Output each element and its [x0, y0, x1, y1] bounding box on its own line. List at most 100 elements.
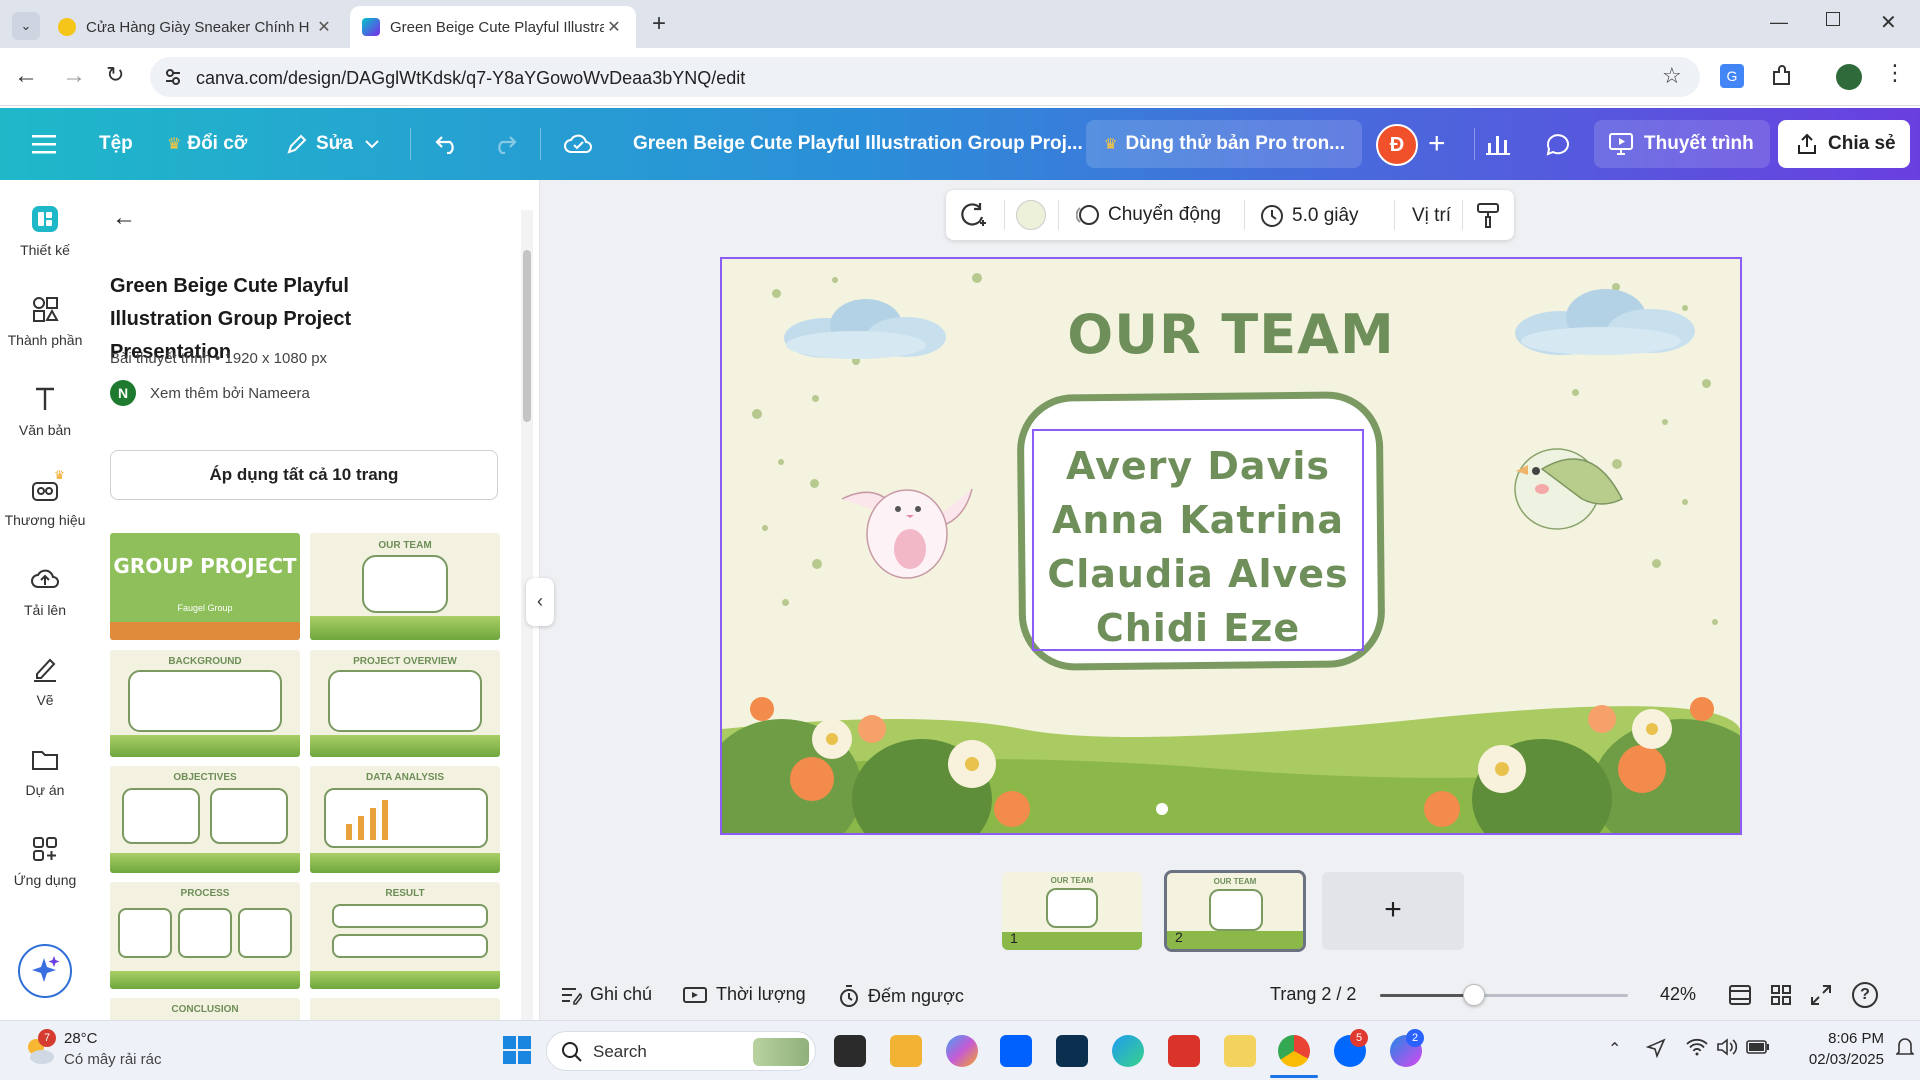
help-icon[interactable]: ? — [1852, 982, 1878, 1008]
rail-item-design[interactable]: Thiết kế — [0, 204, 90, 258]
timer-button[interactable]: Đếm ngược — [838, 984, 964, 1008]
rail-item-elements[interactable]: Thành phần — [0, 294, 90, 348]
grass-border — [1002, 932, 1142, 950]
restore-button[interactable] — [1826, 12, 1840, 26]
grid-view-icon[interactable] — [1770, 984, 1792, 1006]
template-page-8[interactable]: RESULT — [310, 882, 500, 989]
template-page-9[interactable]: CONCLUSION — [110, 998, 300, 1020]
sneaker-shop-favicon — [58, 18, 76, 36]
site-settings-icon[interactable] — [164, 68, 182, 86]
undo-button[interactable] — [434, 108, 460, 180]
panel-back-button[interactable]: ← — [112, 204, 136, 232]
url-bar[interactable]: canva.com/design/DAGglWtKdsk/q7-Y8aYGowo… — [150, 57, 1700, 97]
browser-menu-icon[interactable]: ⋮ — [1884, 60, 1906, 86]
new-tab-button[interactable]: + — [652, 10, 666, 38]
template-page-4[interactable]: PROJECT OVERVIEW — [310, 650, 500, 757]
present-button[interactable]: Thuyết trình — [1594, 120, 1770, 168]
tab-canva-design[interactable]: Green Beige Cute Playful Illustra ✕ — [350, 6, 636, 48]
page-thumbnail-1[interactable]: OUR TEAM 1 — [1002, 872, 1142, 950]
rail-item-draw[interactable]: Vẽ — [0, 654, 90, 708]
taskbar-search[interactable]: Search — [546, 1031, 816, 1071]
add-collaborator-button[interactable]: + — [1428, 108, 1446, 180]
chrome-icon[interactable] — [1278, 1035, 1310, 1067]
main-menu-icon[interactable] — [32, 108, 56, 180]
template-page-6[interactable]: DATA ANALYSIS — [310, 766, 500, 873]
forward-icon[interactable]: → — [62, 62, 86, 90]
add-animation-icon[interactable] — [958, 202, 988, 228]
rail-item-apps[interactable]: Ứng dụng — [0, 834, 90, 888]
close-window-button[interactable]: ✕ — [1880, 10, 1897, 35]
page-thumbnail-2[interactable]: OUR TEAM 2 — [1164, 870, 1306, 952]
template-page-7[interactable]: PROCESS — [110, 882, 300, 989]
animation-button[interactable]: Chuyển động — [1076, 204, 1221, 226]
weather-icon[interactable]: 7 — [22, 1029, 56, 1067]
share-button[interactable]: Chia sẻ — [1778, 120, 1910, 168]
redo-button[interactable] — [492, 108, 518, 180]
wifi-icon[interactable] — [1686, 1038, 1708, 1056]
tab-sneaker-shop[interactable]: Cửa Hàng Giày Sneaker Chính H ✕ — [46, 6, 346, 48]
windows-start-icon[interactable] — [502, 1035, 532, 1065]
extensions-icon[interactable] — [1770, 64, 1792, 88]
template-page-3[interactable]: BACKGROUND — [110, 650, 300, 757]
notification-bell-icon[interactable] — [1896, 1035, 1914, 1059]
wps-office-icon[interactable] — [1168, 1035, 1200, 1067]
copy-style-icon[interactable] — [1476, 202, 1500, 230]
unikey-icon[interactable] — [1056, 1035, 1088, 1067]
edge-icon[interactable] — [1112, 1035, 1144, 1067]
page-view-icon[interactable] — [1728, 984, 1752, 1006]
template-page-5[interactable]: OBJECTIVES — [110, 766, 300, 873]
cloud-saved-icon[interactable] — [564, 108, 594, 180]
design-title[interactable]: Green Beige Cute Playful Illustration Gr… — [633, 108, 1083, 180]
rail-item-upload[interactable]: Tải lên — [0, 564, 90, 618]
template-page-1[interactable]: GROUP PROJECT Faugel Group — [110, 533, 300, 640]
names-textbox[interactable]: Avery Davis Anna Katrina Claudia Alves C… — [1032, 429, 1364, 651]
magic-ai-button[interactable] — [18, 944, 72, 998]
apply-all-pages-button[interactable]: Áp dụng tất cả 10 trang — [110, 450, 498, 500]
location-arrow-icon[interactable] — [1646, 1038, 1666, 1058]
dropbox-icon[interactable] — [1000, 1035, 1032, 1067]
file-menu[interactable]: Tệp — [99, 108, 133, 180]
pro-trial-button[interactable]: ♛ Dùng thử bản Pro tron... — [1086, 120, 1362, 168]
insights-icon[interactable] — [1486, 108, 1510, 180]
author-link[interactable]: Xem thêm bởi Nameera — [150, 385, 310, 402]
zoom-slider-handle[interactable] — [1463, 984, 1486, 1006]
comments-icon[interactable] — [1545, 108, 1571, 180]
fullscreen-icon[interactable] — [1810, 984, 1832, 1006]
template-page-10[interactable] — [310, 998, 500, 1020]
template-page-2[interactable]: OUR TEAM — [310, 533, 500, 640]
rail-item-text[interactable]: Văn bản — [0, 384, 90, 438]
reload-icon[interactable]: ↻ — [106, 62, 124, 88]
volume-icon[interactable] — [1716, 1038, 1738, 1056]
edit-menu[interactable]: Sửa — [286, 108, 379, 180]
task-view-icon[interactable] — [834, 1035, 866, 1067]
id-card-app-icon[interactable] — [1224, 1035, 1256, 1067]
zoom-level[interactable]: 42% — [1660, 984, 1696, 1005]
bookmark-star-icon[interactable]: ☆ — [1662, 63, 1682, 89]
duration-button[interactable]: 5.0 giây — [1260, 204, 1359, 228]
zoom-slider[interactable] — [1380, 984, 1628, 1006]
scrollbar-thumb[interactable] — [523, 250, 531, 422]
profile-avatar[interactable] — [1836, 64, 1862, 90]
duration-toggle[interactable]: Thời lượng — [682, 984, 806, 1005]
rail-item-projects[interactable]: Dự án — [0, 744, 90, 798]
user-avatar[interactable]: Đ — [1376, 124, 1418, 166]
rail-item-brand[interactable]: ♛ Thương hiệu — [0, 468, 90, 528]
slide-canvas[interactable]: OUR TEAM Avery Davis Anna Katrina Claudi… — [720, 257, 1742, 835]
file-explorer-icon[interactable] — [890, 1035, 922, 1067]
tab-search-button[interactable]: ⌄ — [12, 12, 40, 40]
slide-title[interactable]: OUR TEAM — [722, 303, 1740, 366]
add-page-button[interactable]: + — [1322, 872, 1464, 950]
battery-icon[interactable] — [1746, 1040, 1770, 1054]
translate-extension-icon[interactable]: G — [1720, 64, 1744, 88]
position-button[interactable]: Vị trí — [1412, 205, 1451, 227]
resize-button[interactable]: ♛ Đổi cỡ — [167, 108, 247, 180]
close-tab-icon[interactable]: ✕ — [604, 17, 624, 37]
chevron-up-icon[interactable]: ⌃ — [1608, 1039, 1621, 1059]
back-icon[interactable]: ← — [14, 62, 38, 90]
copilot-icon[interactable] — [946, 1035, 978, 1067]
collapse-panel-button[interactable]: ‹ — [526, 578, 554, 626]
background-color-swatch[interactable] — [1016, 200, 1046, 230]
minimize-button[interactable]: — — [1770, 12, 1788, 33]
notes-button[interactable]: Ghi chú — [560, 984, 652, 1005]
close-tab-icon[interactable]: ✕ — [314, 17, 334, 37]
